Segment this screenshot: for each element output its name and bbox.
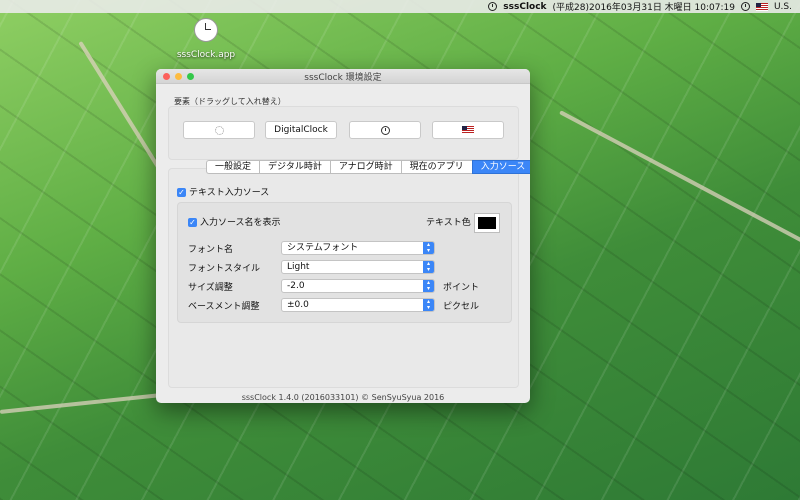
element-flag-item[interactable]	[432, 121, 504, 139]
element-digital-clock-label: DigitalClock	[274, 125, 328, 135]
checkmark-icon: ✓	[188, 218, 197, 227]
us-flag-icon[interactable]	[755, 2, 768, 11]
title-bar[interactable]: sssClock 環境設定	[156, 69, 530, 84]
size-adjust-stepper[interactable]: -2.0 ▴ ▾	[281, 279, 435, 293]
baseline-adjust-stepper[interactable]: ±0.0 ▴ ▾	[281, 298, 435, 312]
color-swatch	[478, 217, 496, 229]
font-style-select[interactable]: Light ▴ ▾	[281, 260, 435, 274]
us-flag-icon	[462, 126, 474, 134]
updown-arrow-icon: ▴ ▾	[423, 299, 434, 311]
clock-icon[interactable]	[488, 2, 498, 11]
font-name-label: フォント名	[188, 245, 234, 255]
preferences-window: sssClock 環境設定 要素（ドラッグして入れ替え） DigitalCloc…	[156, 69, 530, 403]
baseline-adjust-value: ±0.0	[287, 300, 309, 310]
analog-clock-icon[interactable]	[740, 2, 750, 11]
updown-arrow-icon: ▴ ▾	[423, 242, 434, 254]
menu-bar: sssClock (平成28)2016年03月31日 木曜日 10:07:19 …	[0, 0, 800, 13]
size-adjust-unit: ポイント	[443, 283, 480, 293]
clock-app-icon	[194, 18, 218, 42]
tab-analog-clock[interactable]: アナログ時計	[329, 160, 401, 174]
size-adjust-label: サイズ調整	[188, 283, 233, 293]
window-title: sssClock 環境設定	[304, 72, 382, 83]
font-name-value: システムフォント	[287, 243, 359, 253]
show-name-label: 入力ソース名を表示	[200, 218, 281, 228]
text-input-source-label: テキスト入力ソース	[189, 188, 270, 198]
updown-arrow-icon: ▴ ▾	[423, 280, 434, 292]
wallpaper-road	[559, 110, 800, 264]
tab-general[interactable]: 一般設定	[206, 160, 260, 174]
version-footer: sssClock 1.4.0 (2016033101) © SenSyuSyua…	[241, 393, 445, 402]
size-adjust-value: -2.0	[287, 281, 305, 291]
elements-box: DigitalClock	[168, 106, 519, 160]
element-sun-item[interactable]	[183, 121, 255, 139]
tab-panel: ✓ テキスト入力ソース ✓ 入力ソース名を表示 テキスト色 フォント名 システムフォ…	[168, 168, 519, 388]
element-analog-clock-item[interactable]	[349, 121, 421, 139]
tab-current-app[interactable]: 現在のアプリ	[400, 160, 472, 174]
baseline-adjust-label: ベースメント調整	[188, 302, 260, 312]
menubar-datetime[interactable]: (平成28)2016年03月31日 木曜日 10:07:19	[553, 0, 735, 13]
tab-input-source[interactable]: 入力ソース	[471, 160, 530, 174]
input-source-settings-box: ✓ 入力ソース名を表示 テキスト色 フォント名 システムフォント ▴ ▾ フォントスタ…	[177, 202, 512, 323]
show-name-checkbox[interactable]: ✓ 入力ソース名を表示	[188, 215, 281, 228]
font-style-value: Light	[287, 262, 310, 272]
font-style-label: フォントスタイル	[188, 264, 261, 274]
checkmark-icon: ✓	[177, 188, 186, 197]
tab-digital-clock[interactable]: デジタル時計	[259, 160, 330, 174]
text-color-well[interactable]	[474, 213, 500, 233]
tab-bar: 一般設定 デジタル時計 アナログ時計 現在のアプリ 入力ソース	[206, 160, 530, 174]
updown-arrow-icon: ▴ ▾	[423, 261, 434, 273]
desktop-icon-label: sssClock.app	[176, 50, 236, 60]
font-name-select[interactable]: システムフォント ▴ ▾	[281, 241, 435, 255]
analog-clock-icon	[380, 125, 390, 135]
desktop-app-icon[interactable]: sssClock.app	[176, 18, 236, 60]
input-source-label[interactable]: U.S.	[774, 2, 792, 12]
text-input-source-checkbox[interactable]: ✓ テキスト入力ソース	[177, 185, 269, 198]
menubar-app-name[interactable]: sssClock	[503, 2, 546, 12]
text-color-label: テキスト色	[426, 218, 471, 228]
element-digital-clock-item[interactable]: DigitalClock	[265, 121, 337, 139]
sun-icon	[214, 125, 224, 135]
baseline-adjust-unit: ピクセル	[443, 302, 480, 312]
